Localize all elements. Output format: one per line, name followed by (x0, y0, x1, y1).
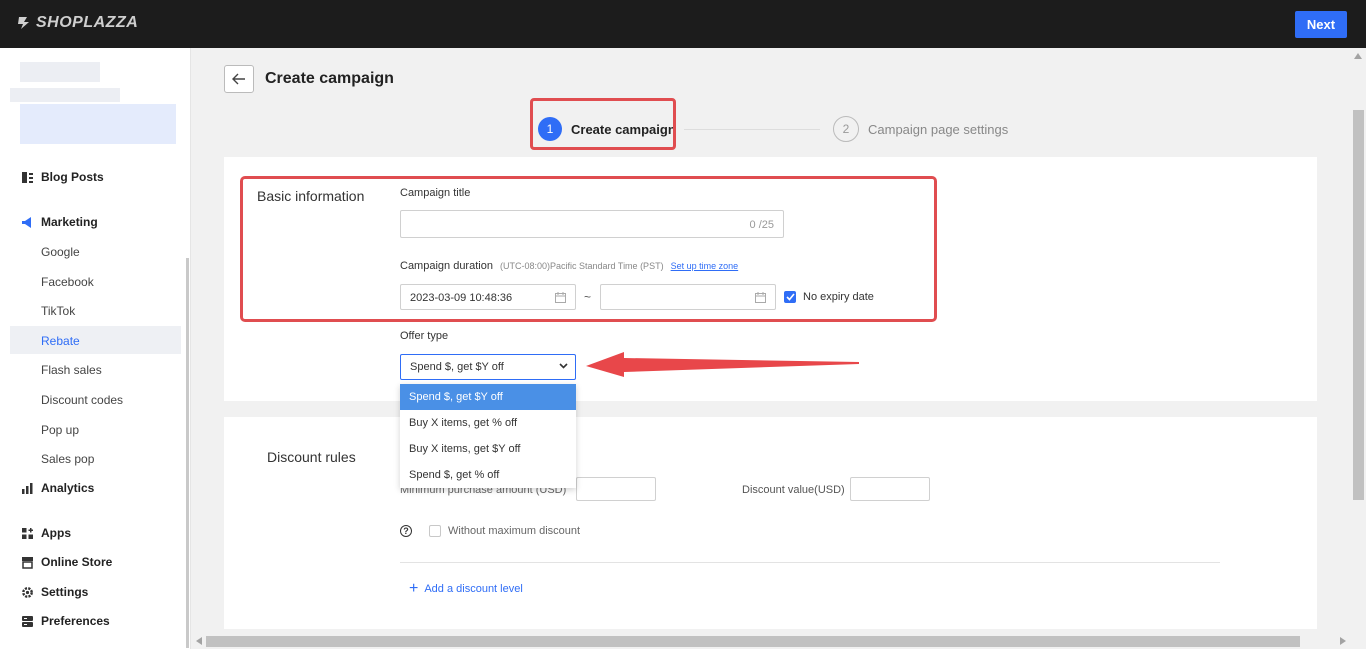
basic-info-highlight-annotation (240, 176, 937, 322)
min-purchase-input[interactable] (576, 477, 656, 501)
add-discount-level-button[interactable]: + Add a discount level (409, 580, 523, 597)
add-level-label: Add a discount level (424, 583, 523, 595)
sidebar-sub-rebate[interactable]: Rebate (41, 334, 80, 348)
sidebar-item-label: Online Store (41, 555, 113, 569)
sidebar-item-label: Marketing (41, 215, 98, 229)
sidebar-sub-tiktok[interactable]: TikTok (41, 304, 75, 318)
sidebar: Blog Posts Marketing Google Facebook Tik… (0, 48, 191, 649)
brand-name: SHOPLAZZA (36, 14, 139, 31)
store-switcher-blur[interactable] (20, 104, 176, 144)
chevron-down-icon (559, 363, 568, 369)
sidebar-item-label: Preferences (41, 614, 110, 628)
sidebar-item-label: Analytics (41, 481, 95, 495)
step-campaign-page-settings[interactable]: 2 Campaign page settings (833, 116, 1008, 142)
store-info-blur (10, 88, 120, 102)
sidebar-scrollbar[interactable] (186, 258, 189, 648)
store-name-blur (20, 62, 100, 82)
store-icon (20, 555, 34, 569)
offer-type-select[interactable]: Spend $, get $Y off (400, 354, 576, 380)
horizontal-scrollbar[interactable] (192, 633, 1350, 649)
page-title: Create campaign (265, 70, 394, 87)
sidebar-item-apps[interactable]: Apps (20, 526, 71, 540)
blog-icon (20, 170, 34, 184)
main-scrollbar[interactable] (1350, 48, 1366, 649)
step-label: Campaign page settings (868, 121, 1009, 137)
sidebar-item-preferences[interactable]: Preferences (20, 614, 110, 628)
sidebar-sub-pop-up[interactable]: Pop up (41, 423, 79, 437)
discount-value-label: Discount value(USD) (742, 484, 845, 496)
brand-logo[interactable]: SHOPLAZZA (16, 14, 138, 32)
back-button[interactable] (224, 65, 254, 93)
sidebar-sub-flash-sales[interactable]: Flash sales (41, 363, 102, 377)
scroll-right-icon[interactable] (1340, 637, 1346, 645)
offer-option[interactable]: Spend $, get $Y off (400, 384, 576, 410)
sidebar-item-blog-posts[interactable]: Blog Posts (20, 170, 104, 184)
sidebar-item-label: Settings (41, 585, 89, 599)
section-divider (400, 562, 1220, 563)
arrow-left-icon (232, 73, 245, 85)
offer-option[interactable]: Buy X items, get $Y off (400, 436, 576, 462)
without-max-label[interactable]: Without maximum discount (448, 525, 580, 537)
scroll-up-icon[interactable] (1354, 53, 1362, 59)
sidebar-sub-google[interactable]: Google (41, 245, 80, 259)
sidebar-item-analytics[interactable]: Analytics (20, 481, 94, 495)
sidebar-item-label: Apps (41, 526, 71, 540)
step-connector (684, 129, 820, 130)
main-scroll-thumb[interactable] (1353, 110, 1364, 500)
gear-icon (20, 585, 34, 599)
offer-type-selected: Spend $, get $Y off (410, 361, 504, 373)
offer-option[interactable]: Buy X items, get % off (400, 410, 576, 436)
scroll-left-icon[interactable] (196, 637, 202, 645)
sidebar-sub-facebook[interactable]: Facebook (41, 275, 94, 289)
sidebar-sub-discount-codes[interactable]: Discount codes (41, 393, 123, 407)
offer-option[interactable]: Spend $, get % off (400, 462, 576, 488)
discount-value-input[interactable] (850, 477, 930, 501)
help-icon[interactable]: ? (400, 525, 412, 537)
horizontal-scroll-thumb[interactable] (206, 636, 1300, 647)
sidebar-item-online-store[interactable]: Online Store (20, 555, 112, 569)
offer-type-label: Offer type (400, 330, 449, 342)
top-bar: SHOPLAZZA Next (0, 0, 1366, 48)
sidebar-item-label: Blog Posts (41, 170, 104, 184)
bar-chart-icon (20, 481, 34, 495)
next-button[interactable]: Next (1295, 11, 1347, 38)
megaphone-icon (20, 215, 34, 229)
step-highlight-annotation (530, 98, 676, 150)
plus-icon: + (409, 580, 419, 597)
discount-rules-card (224, 417, 1317, 629)
sidebar-item-marketing[interactable]: Marketing (20, 215, 98, 229)
sidebar-sub-sales-pop[interactable]: Sales pop (41, 452, 94, 466)
step-number: 2 (833, 116, 859, 142)
sidebar-item-settings[interactable]: Settings (20, 585, 88, 599)
discount-rules-title: Discount rules (267, 449, 356, 465)
offer-type-dropdown: Spend $, get $Y off Buy X items, get % o… (400, 384, 576, 488)
sidebar-active-highlight (10, 326, 181, 354)
preferences-icon (20, 614, 34, 628)
shoplazza-logo-icon (18, 17, 29, 29)
without-max-checkbox[interactable] (429, 525, 441, 537)
apps-icon (20, 526, 34, 540)
red-arrow-annotation (586, 352, 859, 377)
